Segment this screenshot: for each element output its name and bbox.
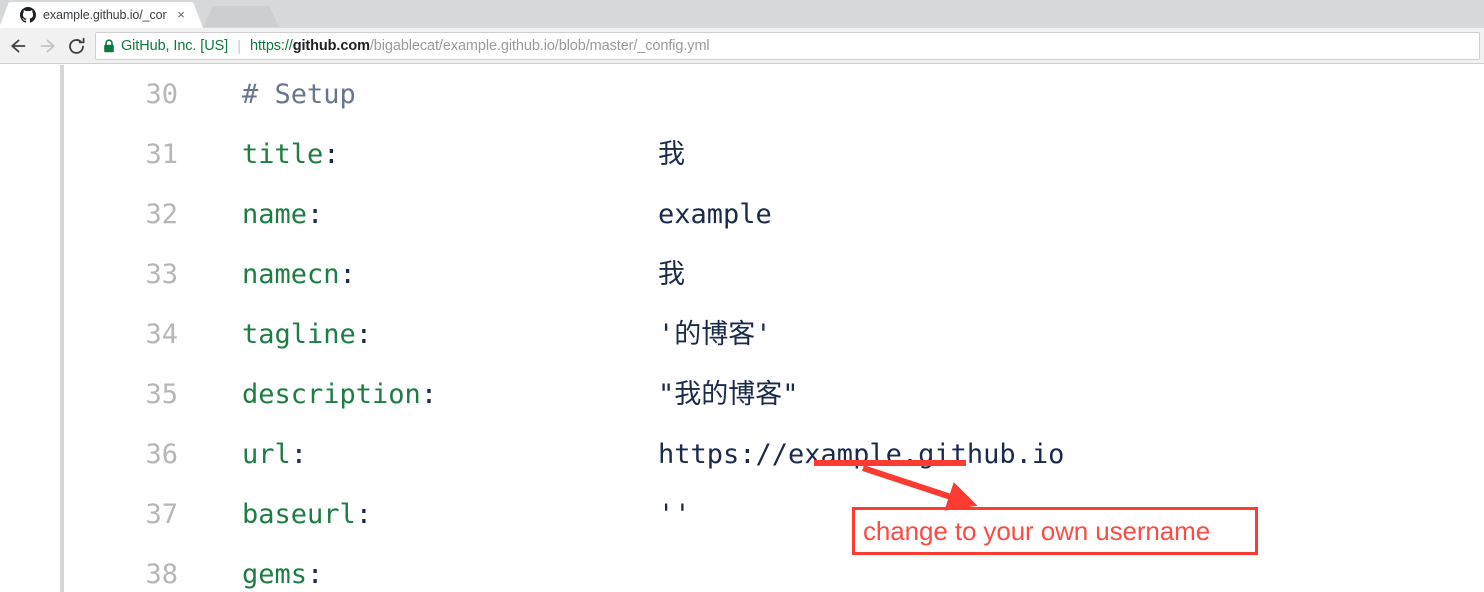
yaml-colon: :	[420, 379, 438, 410]
line-number: 33	[145, 259, 178, 290]
tab-title: example.github.io/_cor	[43, 8, 167, 22]
code-line: 33 namecn: 我	[0, 245, 1484, 305]
yaml-key: namecn	[242, 259, 340, 290]
omnibox-separator: |	[237, 37, 241, 55]
yaml-key: baseurl	[242, 499, 356, 530]
line-comment: # Setup	[242, 79, 356, 110]
yaml-key: tagline	[242, 319, 356, 350]
code-viewer: 30 # Setup 31 title: 我 32 name: example …	[0, 65, 1484, 592]
code-line: 35 description: "我的博客"	[0, 365, 1484, 425]
yaml-key: title	[242, 139, 324, 170]
arrow-left-icon	[11, 39, 26, 53]
line-number: 37	[145, 499, 178, 530]
line-content: namecn:	[242, 245, 356, 305]
line-content: baseurl:	[242, 485, 372, 545]
line-number: 38	[145, 559, 178, 590]
line-number: 36	[145, 439, 178, 470]
yaml-colon: :	[339, 259, 356, 290]
yaml-key: name	[242, 199, 308, 230]
line-number: 34	[145, 319, 178, 350]
reload-button[interactable]	[64, 34, 88, 58]
arrow-right-icon	[40, 39, 55, 53]
new-tab-button[interactable]	[203, 6, 279, 27]
line-number: 30	[145, 79, 178, 110]
code-line: 34 tagline: '的博客'	[0, 305, 1484, 365]
code-line: 38 gems:	[0, 545, 1484, 592]
tab-strip: example.github.io/_cor ×	[0, 0, 1484, 28]
yaml-value: example	[658, 199, 772, 230]
yaml-key: gems	[242, 559, 308, 590]
line-content: gems:	[242, 545, 323, 592]
yaml-colon: :	[323, 139, 340, 170]
yaml-value: ''	[658, 499, 691, 530]
line-content: name:	[242, 185, 323, 245]
tab-strip-right-pad	[280, 0, 1484, 28]
browser-window: example.github.io/_cor × GitHub, Inc. [U…	[0, 0, 1484, 592]
yaml-colon: :	[307, 199, 324, 230]
browser-toolbar: GitHub, Inc. [US] | https://github.com/b…	[0, 28, 1484, 64]
code-line: 32 name: example	[0, 185, 1484, 245]
address-bar-url[interactable]: https://github.com/bigablecat/example.gi…	[250, 38, 710, 54]
yaml-value: 我	[658, 259, 685, 290]
forward-button[interactable]	[36, 34, 60, 58]
lock-icon	[104, 39, 114, 53]
url-host: github.com	[292, 38, 370, 54]
url-path: /bigablecat/example.github.io/blob/maste…	[369, 38, 710, 54]
code-line: 36 url: https://example.github.io	[0, 425, 1484, 485]
yaml-colon: :	[307, 559, 324, 590]
yaml-value-url: https://example.github.io	[658, 439, 1065, 470]
yaml-colon: :	[290, 439, 308, 470]
yaml-value: 我	[658, 139, 685, 170]
tab-close-icon[interactable]: ×	[174, 8, 188, 22]
back-button[interactable]	[6, 34, 30, 58]
github-mark-icon	[20, 7, 36, 23]
line-content: url:	[242, 425, 307, 485]
yaml-key: url	[242, 439, 291, 470]
line-content: description:	[242, 365, 437, 425]
line-number: 31	[145, 139, 178, 170]
code-line: 31 title: 我	[0, 125, 1484, 185]
yaml-value: '的博客'	[658, 319, 772, 350]
page-content: 30 # Setup 31 title: 我 32 name: example …	[0, 65, 1484, 592]
reload-icon	[68, 37, 84, 54]
yaml-value: "我的博客"	[658, 379, 799, 410]
line-number: 32	[145, 199, 178, 230]
address-bar[interactable]: GitHub, Inc. [US] | https://github.com/b…	[95, 32, 1480, 60]
code-line: 37 baseurl: ''	[0, 485, 1484, 545]
yaml-colon: :	[355, 319, 373, 350]
yaml-key: description	[242, 379, 421, 410]
code-line: 30 # Setup	[0, 65, 1484, 125]
url-scheme: https://	[250, 38, 293, 54]
yaml-colon: :	[355, 499, 373, 530]
site-identity-label: GitHub, Inc. [US]	[121, 38, 229, 54]
browser-tab-active[interactable]: example.github.io/_cor ×	[0, 2, 203, 28]
line-content: title:	[242, 125, 340, 185]
line-content: tagline:	[242, 305, 372, 365]
line-number: 35	[145, 379, 178, 410]
